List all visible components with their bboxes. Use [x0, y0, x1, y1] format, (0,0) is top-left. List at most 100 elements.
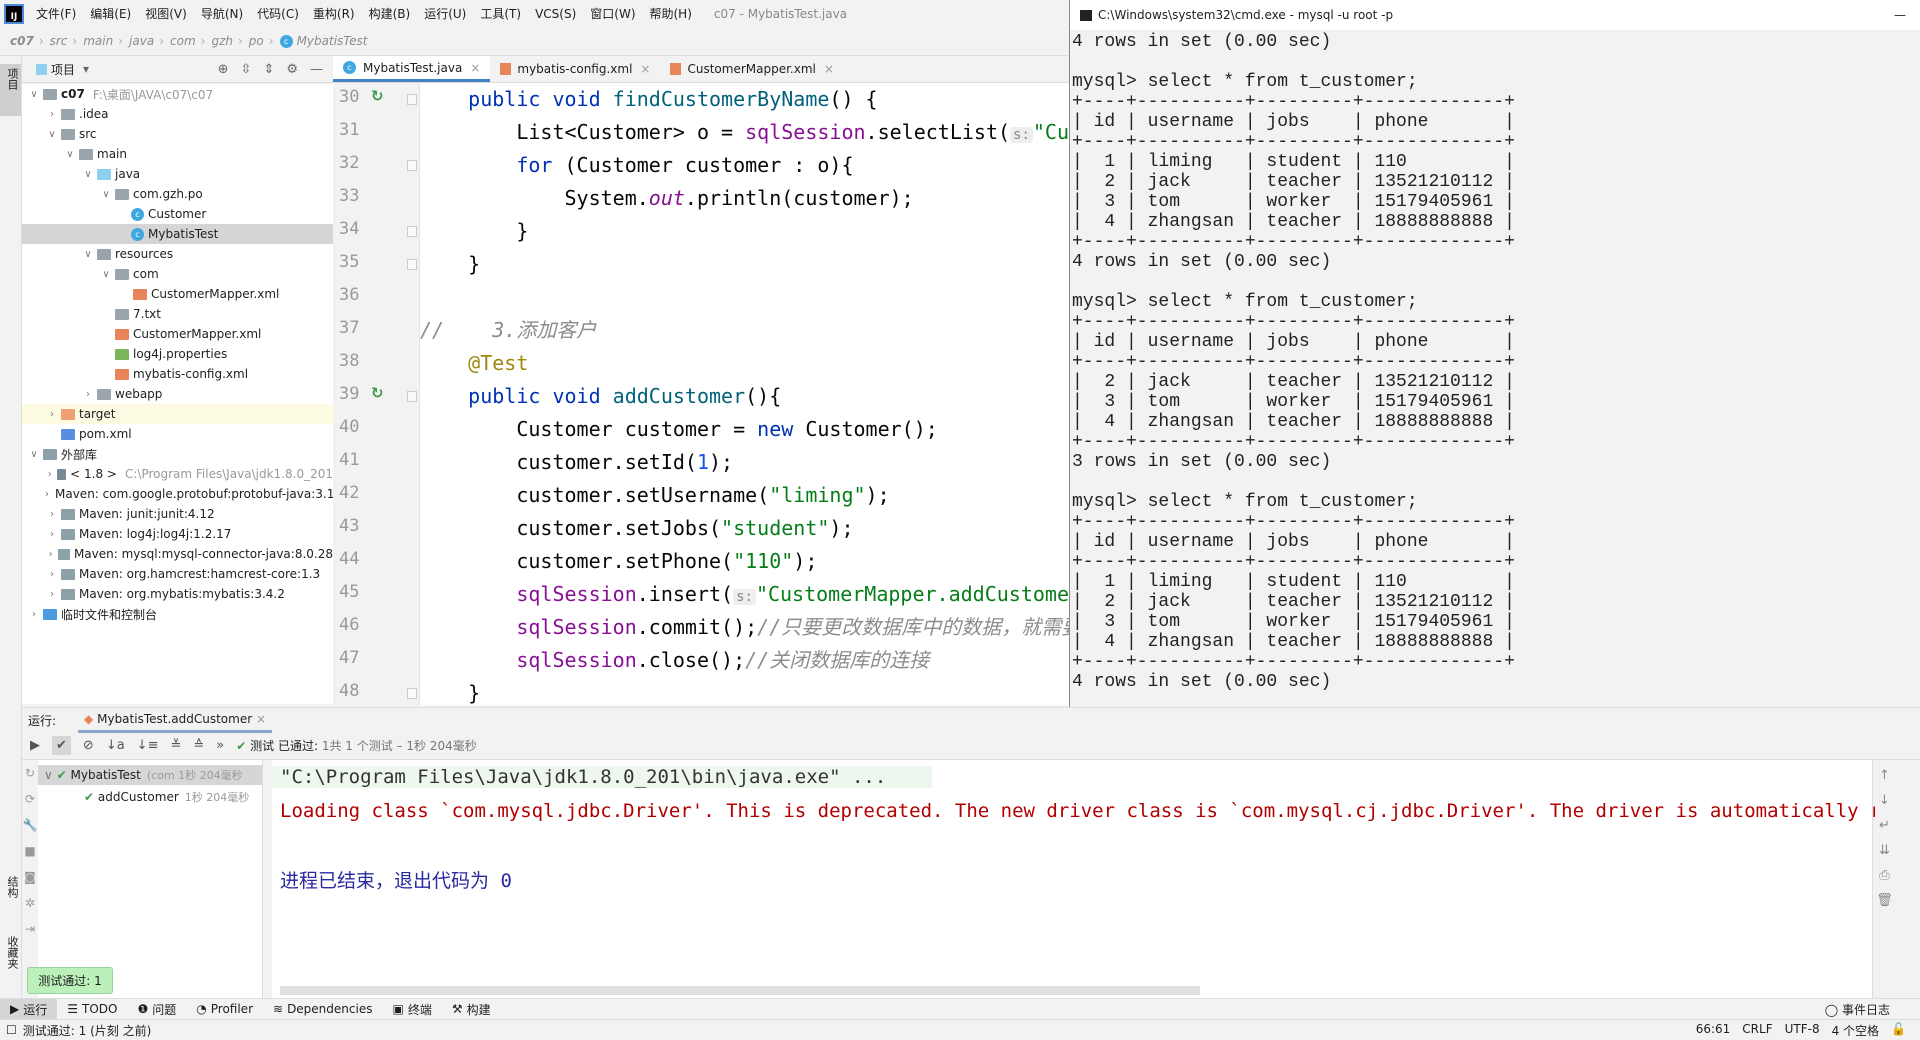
tool-tab[interactable]: ◔ Profiler: [186, 999, 263, 1020]
rerun-icon[interactable]: ▶: [30, 738, 40, 753]
tree-item[interactable]: › Maven: org.mybatis:mybatis:3.4.2: [22, 584, 333, 604]
breadcrumb-item[interactable]: main: [83, 34, 113, 48]
wrench-icon[interactable]: 🔧: [22, 812, 38, 838]
chevron-right-icon[interactable]: ›: [45, 529, 59, 540]
chevron-right-icon[interactable]: ›: [81, 389, 95, 400]
run-tab[interactable]: ◆ MybatisTest.addCustomer ×: [78, 708, 273, 733]
tree-item[interactable]: › webapp: [22, 384, 333, 404]
breadcrumb-item[interactable]: src: [50, 34, 68, 48]
project-view-select[interactable]: 项目: [51, 61, 75, 78]
caret-position[interactable]: 66:61: [1696, 1022, 1731, 1039]
up-icon[interactable]: ↑: [1879, 768, 1890, 783]
breadcrumb-item[interactable]: com: [170, 34, 196, 48]
tool-tab[interactable]: ❶ 问题: [127, 999, 186, 1020]
tree-item[interactable]: ∨ com.gzh.po: [22, 184, 333, 204]
close-icon[interactable]: ×: [470, 61, 480, 75]
console-output[interactable]: "C:\Program Files\Java\jdk1.8.0_201\bin\…: [272, 760, 1875, 998]
tree-item[interactable]: ∨ src: [22, 124, 333, 144]
close-icon[interactable]: ×: [256, 712, 266, 726]
tree-item[interactable]: pom.xml: [22, 424, 333, 444]
test-suite-item[interactable]: ∨ ✔ MybatisTest (com 1秒 204毫秒: [38, 765, 262, 785]
cmd-output[interactable]: 4 rows in set (0.00 sec) mysql> select * …: [1072, 32, 1515, 732]
menu-item[interactable]: 编辑(E): [90, 7, 131, 21]
chevron-down-icon[interactable]: ∨: [81, 169, 95, 180]
menu-item[interactable]: 重构(R): [313, 7, 355, 21]
tree-item[interactable]: ∨ java: [22, 164, 333, 184]
expand-icon[interactable]: ≚: [170, 738, 181, 753]
chevron-down-icon[interactable]: ∨: [99, 269, 113, 280]
sort-duration-icon[interactable]: ↓≡: [137, 738, 159, 753]
tree-item[interactable]: 7.txt: [22, 304, 333, 324]
tree-item[interactable]: ∨ resources: [22, 244, 333, 264]
test-case-item[interactable]: ✔ addCustomer 1秒 204毫秒: [84, 787, 249, 807]
close-icon[interactable]: ×: [640, 62, 650, 76]
collapse-all-icon[interactable]: ⇕: [263, 62, 274, 77]
tree-item[interactable]: log4j.properties: [22, 344, 333, 364]
breadcrumb-item[interactable]: c07: [10, 34, 34, 48]
show-passed-icon[interactable]: ✔: [52, 736, 71, 755]
favorites-tool-button[interactable]: 收藏夹: [4, 936, 20, 969]
import-icon[interactable]: ⇥: [22, 916, 38, 942]
run-test-icon[interactable]: ↻: [371, 87, 384, 105]
tree-item[interactable]: ∨ 外部库: [22, 444, 333, 464]
run-test-icon[interactable]: ↻: [371, 384, 384, 402]
stop-icon[interactable]: ■: [22, 838, 38, 864]
debug-icon[interactable]: ✲: [22, 890, 38, 916]
chevron-down-icon[interactable]: ∨: [81, 249, 95, 260]
menu-item[interactable]: 代码(C): [257, 7, 299, 21]
tree-item[interactable]: › Maven: log4j:log4j:1.2.17: [22, 524, 333, 544]
tree-item[interactable]: › Maven: junit:junit:4.12: [22, 504, 333, 524]
tree-item[interactable]: › Maven: org.hamcrest:hamcrest-core:1.3: [22, 564, 333, 584]
breadcrumb-item[interactable]: MybatisTest: [297, 34, 368, 48]
print-icon[interactable]: ⎙: [1879, 868, 1889, 883]
menu-item[interactable]: VCS(S): [535, 7, 576, 21]
tree-item[interactable]: › < 1.8 > C:\Program Files\Java\jdk1.8.0_2…: [22, 464, 333, 484]
tool-tab[interactable]: ⚒ 构建: [442, 999, 501, 1020]
tree-item[interactable]: › 临时文件和控制台: [22, 604, 333, 624]
menu-item[interactable]: 导航(N): [201, 7, 243, 21]
locate-icon[interactable]: ⊕: [218, 62, 229, 77]
code-editor[interactable]: public void findCustomerByName() { List<…: [420, 83, 1069, 705]
tool-tab[interactable]: ▣ 终端: [382, 999, 441, 1020]
fold-icon[interactable]: [407, 391, 417, 402]
menu-item[interactable]: 帮助(H): [650, 7, 692, 21]
close-icon[interactable]: ×: [824, 62, 834, 76]
editor-tab[interactable]: mybatis-config.xml ×: [490, 56, 660, 82]
expand-all-icon[interactable]: ⇳: [241, 62, 252, 77]
tool-tab[interactable]: ≋ Dependencies: [263, 999, 382, 1020]
chevron-down-icon[interactable]: ∨: [27, 449, 41, 460]
menu-item[interactable]: 窗口(W): [590, 7, 635, 21]
chevron-right-icon[interactable]: ›: [45, 469, 55, 480]
collapse-icon[interactable]: ≙: [193, 738, 204, 753]
down-icon[interactable]: ↓: [1879, 793, 1890, 808]
tree-item[interactable]: CustomerMapper.xml: [22, 284, 333, 304]
tree-item[interactable]: mybatis-config.xml: [22, 364, 333, 384]
file-encoding[interactable]: UTF-8: [1785, 1022, 1820, 1039]
chevron-right-icon[interactable]: ›: [45, 589, 59, 600]
breadcrumb-item[interactable]: gzh: [211, 34, 233, 48]
chevron-down-icon[interactable]: ∨: [63, 149, 77, 160]
horizontal-scrollbar[interactable]: [280, 986, 1200, 995]
lock-icon[interactable]: 🔓: [1891, 1022, 1906, 1039]
chevron-down-icon[interactable]: ∨: [27, 89, 41, 100]
tree-item[interactable]: › target: [22, 404, 333, 424]
chevron-right-icon[interactable]: ›: [45, 409, 59, 420]
editor-tab[interactable]: c MybatisTest.java ×: [333, 56, 491, 82]
tree-item[interactable]: ∨ main: [22, 144, 333, 164]
menu-item[interactable]: 运行(U): [424, 7, 466, 21]
fold-icon[interactable]: [407, 160, 417, 171]
fold-icon[interactable]: [407, 688, 417, 699]
chevron-down-icon[interactable]: ∨: [99, 189, 113, 200]
chevron-right-icon[interactable]: ›: [45, 109, 59, 120]
line-separator[interactable]: CRLF: [1742, 1022, 1772, 1039]
tree-item[interactable]: › Maven: com.google.protobuf:protobuf-jav…: [22, 484, 333, 504]
breadcrumb-item[interactable]: java: [129, 34, 154, 48]
status-toggle-icon[interactable]: ☐: [6, 1023, 17, 1037]
tree-item[interactable]: CustomerMapper.xml: [22, 324, 333, 344]
fold-icon[interactable]: [407, 94, 417, 105]
minimize-button[interactable]: —: [1894, 8, 1906, 22]
chevron-down-icon[interactable]: ∨: [45, 129, 59, 140]
event-log-button[interactable]: ◯ 事件日志: [1825, 1001, 1890, 1018]
tree-item[interactable]: c Customer: [22, 204, 333, 224]
tool-tab[interactable]: ☰ TODO: [57, 999, 127, 1020]
